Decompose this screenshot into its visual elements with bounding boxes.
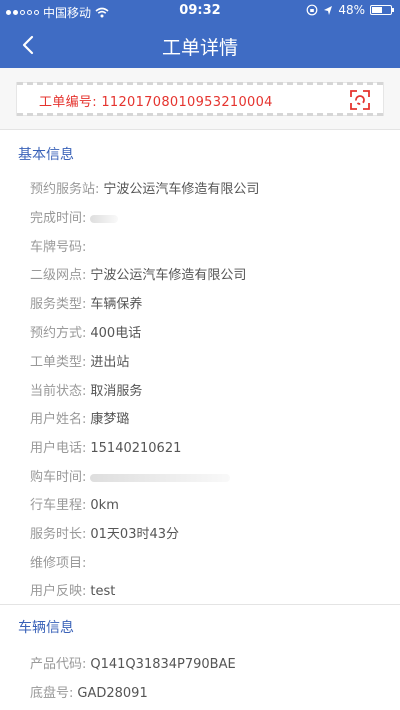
- order-number-label: 工单编号:: [39, 95, 97, 110]
- info-row: 预约方式: 400电话: [30, 326, 142, 341]
- info-row: 车牌号码:: [30, 240, 87, 255]
- status-icons: 48%: [306, 3, 394, 17]
- section-title-basic: 基本信息: [18, 147, 74, 163]
- rotation-lock-icon: [306, 4, 318, 16]
- info-row: 服务时长: 01天03时43分: [30, 527, 180, 542]
- info-row: 购车时间:: [30, 466, 231, 485]
- info-row: 维修项目:: [30, 556, 87, 571]
- info-row: 完成时间:: [30, 207, 119, 226]
- page-title: 工单详情: [161, 37, 238, 59]
- info-row: 服务类型: 车辆保养: [30, 297, 143, 312]
- location-icon: [324, 5, 333, 15]
- battery-icon: [370, 5, 394, 15]
- info-row: 预约服务站: 宁波公运汽车修造有限公司: [30, 182, 260, 197]
- vehicle-info-section: 车辆信息 产品代码: Q141Q31834P790BAE 底盘号: GAD28091: [0, 605, 400, 710]
- order-number-card: 工单编号: 1120170801095321​0004: [16, 82, 384, 116]
- info-row: 二级网点: 宁波公运汽车修造有限公司: [30, 268, 247, 283]
- info-row: 用户姓名: 康梦璐: [30, 412, 130, 427]
- info-row: 产品代码: Q141Q31834P790BAE: [30, 657, 236, 672]
- battery-percent: 48%: [338, 3, 365, 17]
- nav-bar: 工单详情: [0, 22, 400, 68]
- info-row: 行车里程: 0km: [30, 498, 119, 513]
- info-row: 底盘号: GAD28091: [30, 686, 148, 701]
- status-bar: 中国移动 09:32 48%: [0, 0, 400, 22]
- info-row: 工单类型: 进出站: [30, 355, 130, 370]
- redacted-value: [90, 214, 119, 223]
- redacted-value: [90, 473, 231, 482]
- scan-icon[interactable]: [349, 89, 371, 111]
- info-row: 用户反映: test: [30, 584, 116, 599]
- order-number: 工单编号: 1120170801095321​0004: [39, 91, 273, 110]
- info-row: 当前状态: 取消服务: [30, 384, 143, 399]
- section-title-vehicle: 车辆信息: [18, 620, 74, 636]
- order-number-value: 1120170801095321​0004: [101, 95, 273, 110]
- info-row: 用户电话: 15140210621: [30, 441, 182, 456]
- basic-info-section: 基本信息 预约服务站: 宁波公运汽车修造有限公司 完成时间: 车牌号码: 二级网点…: [0, 130, 400, 604]
